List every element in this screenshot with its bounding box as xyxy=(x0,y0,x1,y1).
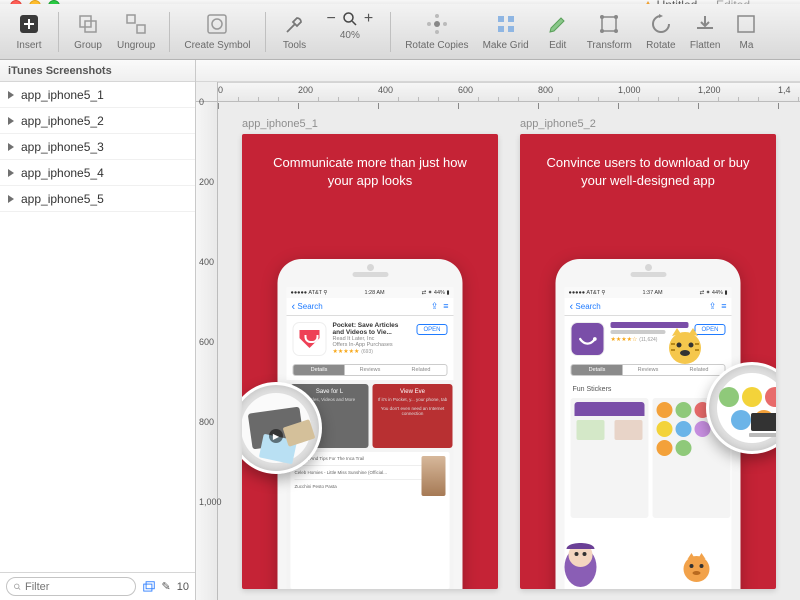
canvas-viewport[interactable]: app_iphone5_1 Communicate more than just… xyxy=(218,102,800,600)
flatten-button[interactable]: Flatten xyxy=(684,6,727,58)
list-icon: ≡ xyxy=(721,301,726,312)
app-icon xyxy=(293,322,327,356)
sidebar-item[interactable]: app_iphone5_5 xyxy=(0,186,195,212)
search-icon xyxy=(13,582,22,592)
disclosure-triangle-icon[interactable] xyxy=(8,169,14,177)
back-button: ‹ Search xyxy=(292,301,323,313)
sidebar-item[interactable]: app_iphone5_2 xyxy=(0,108,195,134)
rotate-button[interactable]: Rotate xyxy=(640,6,682,58)
horizontal-ruler[interactable]: 02004006008001,0001,2001,4 xyxy=(218,82,800,102)
share-icon: ⇪ xyxy=(431,301,439,312)
sidebar-header: iTunes Screenshots xyxy=(0,60,195,82)
pen-icon: ✎ xyxy=(162,580,171,593)
artboard-1[interactable]: Communicate more than just how your app … xyxy=(242,134,498,589)
nav-bar: ‹ Search ⇪ ≡ xyxy=(565,298,732,316)
insert-button[interactable]: Insert xyxy=(8,6,50,58)
artboard-2[interactable]: Convince users to download or buy your w… xyxy=(520,134,776,589)
app-name-label: Pocket: Save Articles and Videos to Vie.… xyxy=(333,322,411,336)
mask-button[interactable]: Ma xyxy=(728,6,764,58)
group-button[interactable]: Group xyxy=(67,6,109,58)
transform-button[interactable]: Transform xyxy=(581,6,638,58)
share-icon: ⇪ xyxy=(709,301,717,312)
list-icon: ≡ xyxy=(443,301,448,312)
zoom-out-button[interactable]: − xyxy=(324,10,339,28)
open-button: OPEN xyxy=(416,324,447,335)
sidebar-item[interactable]: app_iphone5_3 xyxy=(0,134,195,160)
disclosure-triangle-icon[interactable] xyxy=(8,143,14,151)
artboard-label[interactable]: app_iphone5_1 xyxy=(242,118,498,130)
back-button: ‹ Search xyxy=(570,301,601,313)
sidebar-item[interactable]: app_iphone5_4 xyxy=(0,160,195,186)
zoom-level-label: 40% xyxy=(340,30,360,41)
canvas-area: 02004006008001,0001,2001,4 0200400600800… xyxy=(196,60,800,600)
app-icon xyxy=(571,322,605,356)
segment-tabs: Details Reviews Related xyxy=(293,364,448,376)
sticker-character-icon xyxy=(664,324,706,366)
make-grid-button[interactable]: Make Grid xyxy=(477,6,535,58)
disclosure-triangle-icon[interactable] xyxy=(8,91,14,99)
sidebar-item-list: app_iphone5_1app_iphone5_2app_iphone5_3a… xyxy=(0,82,195,572)
filter-input[interactable] xyxy=(25,581,135,593)
rotate-copies-button[interactable]: Rotate Copies xyxy=(399,6,474,58)
layer-count-label: 10 xyxy=(177,581,189,593)
zoom-control[interactable]: − + 40% xyxy=(318,6,383,58)
filter-input-wrap[interactable] xyxy=(6,577,136,596)
disclosure-triangle-icon[interactable] xyxy=(8,195,14,203)
fun-stickers-label: Fun Stickers xyxy=(573,386,612,393)
disclosure-triangle-icon[interactable] xyxy=(8,117,14,125)
status-bar: ●●●●● AT&T ⚲ 1:28 AM ⇄ ⁕ 44% ▮ xyxy=(287,287,454,298)
status-bar: ●●●●● AT&T ⚲ 1:37 AM ⇄ ⁕ 44% ▮ xyxy=(565,287,732,298)
create-symbol-button[interactable]: Create Symbol xyxy=(178,6,256,58)
vertical-ruler[interactable]: 02004006008001,000 xyxy=(196,102,218,600)
edit-button[interactable]: Edit xyxy=(537,6,579,58)
zoom-magnify-icon xyxy=(341,10,359,28)
zoom-in-button[interactable]: + xyxy=(361,10,376,28)
ungroup-button[interactable]: Ungroup xyxy=(111,6,161,58)
artboard-caption: Convince users to download or buy your w… xyxy=(520,134,776,195)
main-toolbar: Insert Group Ungroup Create Symbol Tools… xyxy=(0,4,800,60)
layers-icon[interactable] xyxy=(142,580,156,594)
layers-sidebar: iTunes Screenshots app_iphone5_1app_ipho… xyxy=(0,60,196,600)
nav-bar: ‹ Search ⇪ ≡ xyxy=(287,298,454,316)
sidebar-item[interactable]: app_iphone5_1 xyxy=(0,82,195,108)
tools-button[interactable]: Tools xyxy=(274,6,316,58)
artboard-label[interactable]: app_iphone5_2 xyxy=(520,118,776,130)
artboard-caption: Communicate more than just how your app … xyxy=(242,134,498,195)
